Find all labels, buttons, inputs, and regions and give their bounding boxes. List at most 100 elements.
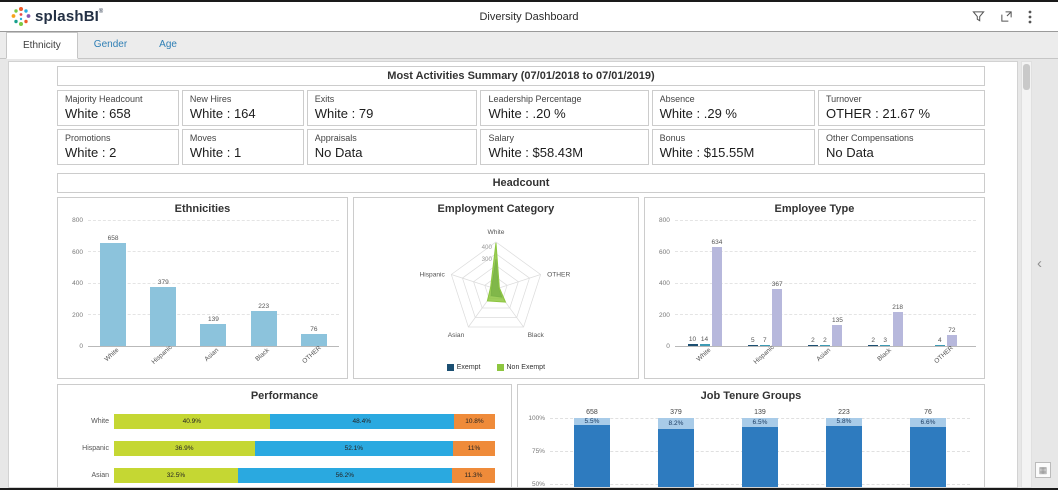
bar-asian[interactable] xyxy=(807,345,818,346)
tab-ethnicity[interactable]: Ethnicity xyxy=(6,32,78,59)
tenure-top-segment[interactable]: 6.6% xyxy=(909,418,946,427)
bar-total-label: 76 xyxy=(924,409,932,416)
legend-item-non-exempt[interactable]: Non Exempt xyxy=(496,363,545,371)
bar-total-label: 658 xyxy=(586,409,598,416)
kpi-card-new-hires[interactable]: New Hires White : 164 xyxy=(181,90,304,126)
splashbi-logo[interactable]: splash BI ® xyxy=(10,6,103,28)
kpi-card-promotions[interactable]: Promotions White : 2 xyxy=(57,129,179,165)
x-axis-label: Black xyxy=(876,347,893,363)
dashboard-scrollbar[interactable] xyxy=(1021,61,1032,488)
kpi-card-other-compensations[interactable]: Other Compensations No Data xyxy=(818,129,985,165)
kpi-card-bonus[interactable]: Bonus White : $15.55M xyxy=(651,129,815,165)
bar-other[interactable] xyxy=(300,334,327,346)
y-tick: 0 xyxy=(79,343,83,350)
kpi-card-salary[interactable]: Salary White : $58.43M xyxy=(480,129,649,165)
filter-icon[interactable] xyxy=(972,10,985,23)
tab-gender[interactable]: Gender xyxy=(78,32,143,58)
tenure-bar[interactable]: 6.5% xyxy=(741,418,778,487)
x-axis-label: Hispanic xyxy=(752,344,776,366)
tenure-top-segment[interactable]: 5.5% xyxy=(573,418,610,426)
tenure-top-segment[interactable]: 5.8% xyxy=(825,418,862,426)
kpi-value: White : 1 xyxy=(189,145,242,160)
kpi-value: White : 79 xyxy=(314,106,374,121)
stack-segment[interactable]: 11% xyxy=(453,441,495,456)
stack-segment[interactable]: 10.8% xyxy=(453,414,495,429)
kpi-value: White : .29 % xyxy=(659,106,737,121)
bar-hispanic[interactable] xyxy=(150,286,177,346)
tenure-bar[interactable]: 8.2% xyxy=(657,418,694,487)
y-tick: 50% xyxy=(531,481,545,488)
kpi-value: No Data xyxy=(314,145,363,160)
bar-black[interactable] xyxy=(880,345,891,346)
stack-segment[interactable]: 32.5% xyxy=(114,468,238,483)
kpi-card-absence[interactable]: Absence White : .29 % xyxy=(651,90,815,126)
bar-value-label: 379 xyxy=(157,278,169,286)
svg-text:Asian: Asian xyxy=(448,332,465,339)
bar-hispanic[interactable] xyxy=(772,288,783,346)
bar-value-label: 223 xyxy=(258,303,270,311)
tenure-main-segment[interactable] xyxy=(741,426,778,487)
stack-segment[interactable]: 11.3% xyxy=(451,468,495,483)
stack-segment[interactable]: 36.9% xyxy=(114,441,255,456)
bar-white[interactable] xyxy=(100,243,127,346)
bar-other[interactable] xyxy=(934,345,945,346)
bar-total-label: 139 xyxy=(754,409,766,416)
bar-other[interactable] xyxy=(946,334,957,346)
employment-category-chart: White OTHER Black Asian Hispanic 400 300 Exempt… xyxy=(358,219,634,375)
stack-segment[interactable]: 40.9% xyxy=(114,414,270,429)
bar-white[interactable] xyxy=(711,246,722,346)
bar-asian[interactable] xyxy=(832,324,843,346)
tenure-main-segment[interactable] xyxy=(657,428,694,487)
bar-hispanic[interactable] xyxy=(759,344,770,346)
y-tick: 400 xyxy=(659,280,670,287)
employee-type-chart: 0 200 400 600 800 10 14 634 5 7 367 2 2 135 2 3 218 4 72 Wh… xyxy=(649,217,980,375)
bar-black[interactable] xyxy=(892,311,903,346)
x-axis-label: White xyxy=(103,346,121,364)
tab-age[interactable]: Age xyxy=(143,32,193,58)
scrollbar-thumb[interactable] xyxy=(1023,64,1030,90)
legend-swatch xyxy=(446,363,454,371)
kebab-menu-icon[interactable] xyxy=(1028,10,1032,24)
kpi-value: White : .20 % xyxy=(488,106,566,121)
job-tenure-chart-panel: Job Tenure Groups 100% 75% 50% 658 5.5% 379 8.… xyxy=(516,384,985,488)
tenure-bar[interactable]: 6.6% xyxy=(909,418,946,487)
svg-text:OTHER: OTHER xyxy=(547,272,570,279)
tenure-top-segment[interactable]: 6.5% xyxy=(741,418,778,427)
bar-white[interactable] xyxy=(699,343,710,346)
tenure-bar[interactable]: 5.8% xyxy=(825,418,862,487)
kpi-value: No Data xyxy=(826,145,874,160)
stack-segment[interactable]: 48.4% xyxy=(269,414,454,429)
bar-hispanic[interactable] xyxy=(747,345,758,346)
bar-value-label: 658 xyxy=(107,235,119,243)
collapse-panel-chevron[interactable]: ‹ xyxy=(1037,256,1042,271)
y-tick: 600 xyxy=(659,248,670,256)
bar-white[interactable] xyxy=(687,344,698,346)
kpi-card-moves[interactable]: Moves White : 1 xyxy=(181,129,304,165)
tenure-main-segment[interactable] xyxy=(909,426,946,487)
headcount-charts-row: Ethnicities 0 200 400 600 800 658 379 139 223 76 W… xyxy=(57,197,985,379)
kpi-value: White : 164 xyxy=(189,106,256,121)
kpi-card-majority-headcount[interactable]: Majority Headcount White : 658 xyxy=(57,90,179,126)
kpi-label: Leadership Percentage xyxy=(488,94,582,104)
right-gutter: ‹ ▦ xyxy=(1032,61,1058,488)
kpi-card-exits[interactable]: Exits White : 79 xyxy=(306,90,478,126)
bar-asian[interactable] xyxy=(200,324,227,346)
bar-black[interactable] xyxy=(250,311,277,346)
tenure-bar[interactable]: 5.5% xyxy=(573,418,610,487)
stack-segment[interactable]: 52.1% xyxy=(254,441,454,456)
corner-widget-icon[interactable]: ▦ xyxy=(1035,462,1051,478)
page-title: Diversity Dashboard xyxy=(479,10,579,23)
kpi-card-turnover[interactable]: Turnover OTHER : 21.67 % xyxy=(818,90,985,126)
bar-black[interactable] xyxy=(868,345,879,346)
bar-value-label: 3 xyxy=(883,337,888,344)
legend-item-exempt[interactable]: Exempt xyxy=(446,363,481,371)
expand-icon[interactable] xyxy=(1000,10,1013,23)
kpi-card-appraisals[interactable]: Appraisals No Data xyxy=(306,129,478,165)
bar-asian[interactable] xyxy=(819,345,830,346)
kpi-card-leadership-percentage[interactable]: Leadership Percentage White : .20 % xyxy=(480,90,649,126)
chart-title: Employment Category xyxy=(437,203,555,215)
tenure-top-segment[interactable]: 8.2% xyxy=(657,418,694,429)
tenure-main-segment[interactable] xyxy=(573,425,610,487)
tenure-main-segment[interactable] xyxy=(825,425,862,487)
stack-segment[interactable]: 56.2% xyxy=(237,468,452,483)
